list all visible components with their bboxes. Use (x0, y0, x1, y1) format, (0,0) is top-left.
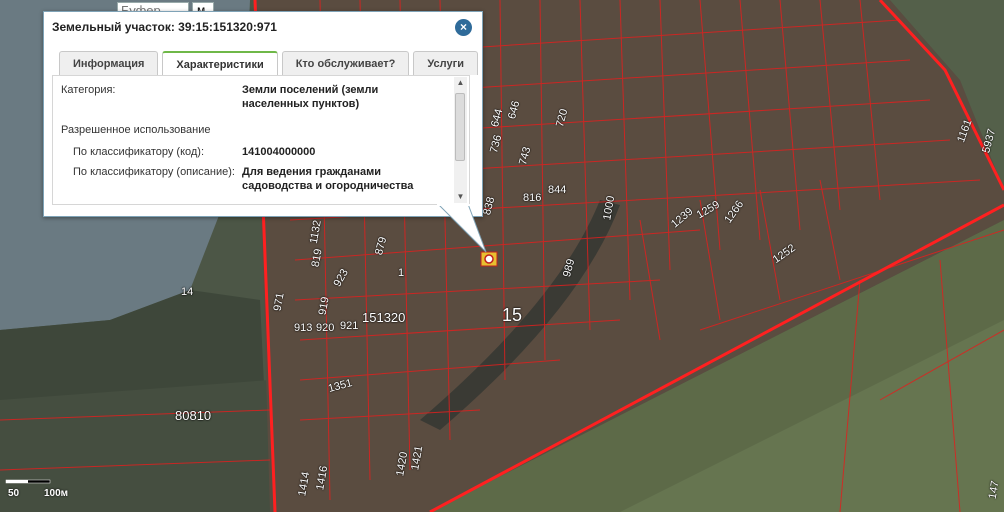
category-label: Категория: (61, 84, 116, 96)
map-label: 15 (502, 305, 523, 325)
tab-characteristics[interactable]: Характеристики (162, 51, 278, 75)
map-label: 14 (181, 286, 194, 298)
classifier-code-value: 141004000000 (242, 146, 316, 158)
scroll-thumb[interactable] (455, 93, 465, 161)
classifier-code-label: По классификатору (код): (73, 146, 205, 158)
scale-label-50: 50 (8, 488, 20, 499)
scrollbar[interactable]: ▲ ▼ (454, 77, 467, 203)
map-label: 844 (548, 184, 567, 196)
map-label: 1 (398, 267, 405, 279)
scroll-down-icon[interactable]: ▼ (454, 191, 467, 203)
map-label: 151320 (362, 310, 406, 325)
map-label: 920 (316, 322, 335, 334)
tab-information[interactable]: Информация (59, 51, 159, 75)
category-value-line1: Земли поселений (земли (242, 84, 379, 96)
popup-title: Земельный участок: 39:15:151320:971 (52, 20, 277, 34)
parcel-info-popup: Земельный участок: 39:15:151320:971 × Ин… (43, 11, 483, 217)
map-label: 921 (340, 320, 359, 332)
characteristics-panel: Категория: Земли поселений (земли населе… (52, 75, 470, 205)
tab-who-serves[interactable]: Кто обслуживает? (281, 51, 410, 75)
classifier-desc-label: По классификатору (описание): (73, 166, 235, 178)
tab-services[interactable]: Услуги (413, 51, 478, 75)
map-label: 80810 (175, 408, 212, 423)
category-value-line2: населенных пунктов) (242, 98, 360, 110)
classifier-desc-value-line1: Для ведения гражданами (242, 166, 381, 178)
scroll-up-icon[interactable]: ▲ (454, 77, 467, 89)
scale-label-100: 100м (44, 488, 69, 499)
permitted-use-label: Разрешенное использование (61, 124, 211, 136)
popup-pointer-icon (437, 204, 487, 253)
close-icon[interactable]: × (455, 19, 472, 36)
map-label: 816 (523, 192, 542, 204)
popup-tabs: Информация Характеристики Кто обслуживае… (59, 51, 478, 75)
map-label: 913 (294, 322, 313, 334)
classifier-desc-value-line2: садоводства и огородничества (242, 180, 414, 192)
